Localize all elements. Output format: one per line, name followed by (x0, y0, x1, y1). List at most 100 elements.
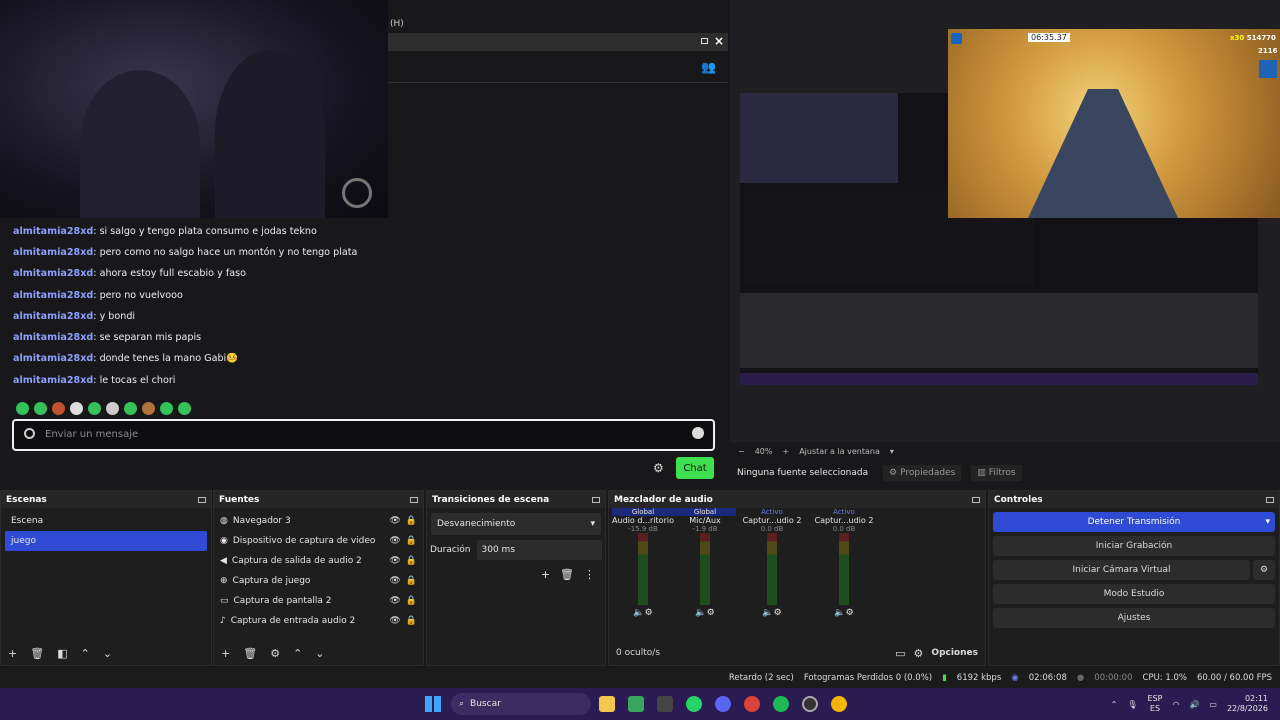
trash-icon[interactable]: 🗑 (243, 647, 257, 660)
emote-icon[interactable] (16, 402, 29, 415)
obs-icon[interactable] (802, 696, 818, 712)
chat-username[interactable]: almitamia28xd (13, 375, 93, 386)
undock-icon[interactable] (592, 496, 600, 503)
emote-icon[interactable] (142, 402, 155, 415)
stop-stream-button[interactable]: Detener Transmisión ▾ (993, 512, 1275, 532)
add-icon[interactable]: + (8, 647, 17, 660)
virtual-cam-settings-button[interactable]: ⚙ (1253, 560, 1275, 580)
source-item[interactable]: ◉ Dispositivo de captura de video 👁 🔒 (214, 531, 423, 551)
users-icon[interactable]: 👥 (701, 60, 716, 74)
add-icon[interactable]: + (541, 568, 550, 581)
chrome-icon[interactable] (831, 696, 847, 712)
emote-icon[interactable] (106, 402, 119, 415)
gear-icon[interactable]: ⚙ (645, 608, 653, 618)
lock-icon[interactable]: 🔒 (406, 596, 417, 606)
emote-icon[interactable] (178, 402, 191, 415)
notepad-icon[interactable] (628, 696, 644, 712)
filters-button[interactable]: ▥ Filtros (971, 465, 1022, 481)
zoom-out-button[interactable]: − (738, 447, 745, 456)
gear-icon[interactable]: ⚙ (846, 608, 854, 618)
gear-icon[interactable]: ⚙ (707, 608, 715, 618)
more-icon[interactable]: ⋮ (584, 568, 595, 581)
source-item[interactable]: ◀ Captura de salida de audio 2 👁 🔒 (214, 551, 423, 571)
wifi-icon[interactable]: ◠ (1172, 700, 1179, 709)
chevron-down-icon[interactable]: ▾ (890, 447, 894, 456)
eye-icon[interactable]: 👁 (389, 536, 400, 546)
emote-icon[interactable] (34, 402, 47, 415)
speaker-icon[interactable]: 🔈 (695, 608, 706, 618)
options-button[interactable]: Opciones (931, 648, 978, 658)
chevron-down-icon[interactable]: ▾ (1265, 517, 1270, 527)
discord-icon[interactable] (715, 696, 731, 712)
lock-icon[interactable]: 🔒 (406, 616, 417, 626)
trash-icon[interactable]: 🗑 (560, 568, 574, 581)
chat-settings-icon[interactable]: ⚙ (653, 461, 664, 475)
settings-button[interactable]: Ajustes (993, 608, 1275, 628)
chevron-up-icon[interactable]: ⌃ (1111, 700, 1118, 709)
add-icon[interactable]: + (221, 647, 230, 660)
lock-icon[interactable]: 🔒 (406, 556, 417, 566)
gear-icon[interactable]: ⚙ (774, 608, 782, 618)
eye-icon[interactable]: 👁 (389, 556, 400, 566)
spotify-icon[interactable] (773, 696, 789, 712)
studio-mode-button[interactable]: Modo Estudio (993, 584, 1275, 604)
emote-icon[interactable] (70, 402, 83, 415)
zoom-in-button[interactable]: + (782, 447, 789, 456)
move-up-icon[interactable]: ⌃ (293, 647, 302, 660)
eye-icon[interactable]: 👁 (389, 576, 400, 586)
virtual-cam-button[interactable]: Iniciar Cámara Virtual (993, 560, 1250, 580)
volume-icon[interactable]: 🔊 (1189, 700, 1199, 709)
layout-icon[interactable]: ▭ (895, 647, 905, 660)
chat-username[interactable]: almitamia28xd (13, 332, 93, 343)
chat-username[interactable]: almitamia28xd (13, 290, 93, 301)
speaker-icon[interactable]: 🔈 (834, 608, 845, 618)
speaker-icon[interactable]: 🔈 (762, 608, 773, 618)
duration-input[interactable]: 300 ms (476, 540, 602, 560)
taskbar-search[interactable]: ⌕ Buscar (451, 693, 591, 715)
properties-button[interactable]: ⚙ Propiedades (883, 465, 962, 481)
chat-username[interactable]: almitamia28xd (13, 268, 93, 279)
chat-send-button[interactable]: Chat (676, 457, 714, 479)
emote-icon[interactable] (160, 402, 173, 415)
source-item[interactable]: ◍ Navegador 3 👁 🔒 (214, 511, 423, 531)
filter-icon[interactable]: ◧ (57, 647, 67, 660)
source-item[interactable]: ⊕ Captura de juego 👁 🔒 (214, 571, 423, 591)
chat-username[interactable]: almitamia28xd (13, 353, 93, 364)
transition-select[interactable]: Desvanecimiento ▾ (431, 513, 601, 535)
lock-icon[interactable]: 🔒 (406, 536, 417, 546)
file-explorer-icon[interactable] (599, 696, 615, 712)
bits-icon[interactable] (24, 428, 35, 439)
chrome-icon[interactable] (744, 696, 760, 712)
gear-icon[interactable]: ⚙ (270, 647, 280, 660)
chat-username[interactable]: almitamia28xd (13, 247, 93, 258)
mic-icon[interactable]: 🎙 (1127, 700, 1137, 709)
undock-icon[interactable] (198, 496, 206, 503)
undock-icon[interactable] (410, 496, 418, 503)
scene-item[interactable]: Escena (5, 511, 207, 531)
move-up-icon[interactable]: ⌃ (81, 647, 90, 660)
eye-icon[interactable]: 👁 (389, 596, 400, 606)
fit-window-label[interactable]: Ajustar a la ventana (799, 447, 880, 456)
battery-icon[interactable]: ▭ (1209, 700, 1217, 709)
start-record-button[interactable]: Iniciar Grabación (993, 536, 1275, 556)
speaker-icon[interactable]: 🔈 (633, 608, 644, 618)
move-down-icon[interactable]: ⌄ (103, 647, 112, 660)
close-icon[interactable]: × (714, 34, 724, 48)
language-indicator[interactable]: ESP ES (1147, 694, 1162, 714)
trash-icon[interactable]: 🗑 (30, 647, 44, 660)
terminal-icon[interactable] (657, 696, 673, 712)
emote-icon[interactable] (124, 402, 137, 415)
scene-item-active[interactable]: juego (5, 531, 207, 551)
lock-icon[interactable]: 🔒 (406, 516, 417, 526)
source-item[interactable]: ▭ Captura de pantalla 2 👁 🔒 (214, 591, 423, 611)
undock-icon[interactable] (1266, 496, 1274, 503)
chat-username[interactable]: almitamia28xd (13, 311, 93, 322)
popout-icon[interactable] (701, 38, 708, 44)
chat-username[interactable]: almitamia28xd (13, 226, 93, 237)
lock-icon[interactable]: 🔒 (406, 576, 417, 586)
emote-icon[interactable] (88, 402, 101, 415)
pause-button[interactable] (951, 33, 962, 44)
clock[interactable]: 02:11 22/8/2026 (1227, 694, 1268, 714)
emoji-icon[interactable] (692, 427, 704, 439)
emote-icon[interactable] (52, 402, 65, 415)
